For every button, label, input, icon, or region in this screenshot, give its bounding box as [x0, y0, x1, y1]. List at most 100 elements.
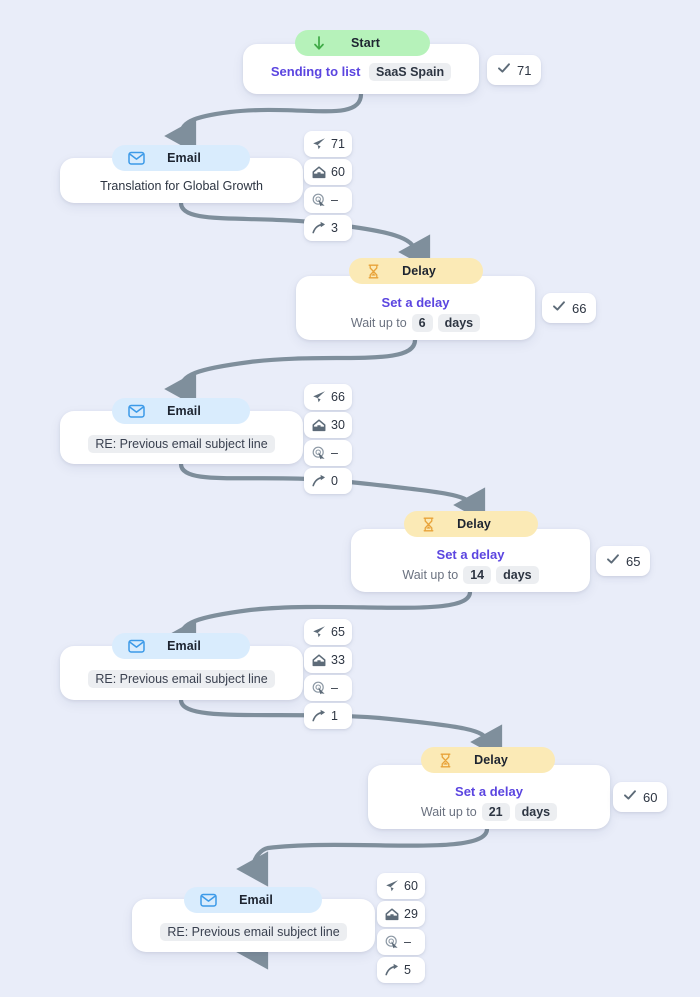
stat-sent-value: 71 [331, 136, 345, 151]
reply-arrow-icon [312, 474, 326, 488]
start-list-chip: SaaS Spain [369, 63, 452, 81]
delay-2-card[interactable]: Set a delay Wait up to 14 days [351, 529, 590, 592]
delay-1-header-label: Delay [402, 264, 436, 278]
stat-clicked: – [304, 440, 352, 466]
cursor-click-icon [312, 681, 326, 695]
delay-2-wait: Wait up to 14 days [402, 566, 539, 584]
stat-opened: 60 [304, 159, 352, 185]
email-4-stats: 60 29 – 5 [377, 873, 425, 983]
cursor-click-icon [385, 935, 399, 949]
stat-replied-value: 5 [404, 962, 411, 977]
stat-replied: 3 [304, 215, 352, 241]
open-mail-icon [312, 165, 326, 179]
stat-opened: 29 [377, 901, 425, 927]
delay-3-header-label: Delay [474, 753, 508, 767]
stat-opened: 33 [304, 647, 352, 673]
stat-opened-value: 60 [331, 164, 345, 179]
delay-1-wait: Wait up to 6 days [350, 313, 481, 332]
stat-opened-value: 29 [404, 906, 418, 921]
email-1-stats: 71 60 – 3 [304, 131, 352, 241]
sequence-flow-canvas: Sending to list SaaS Spain Start 71 Tran… [0, 0, 700, 997]
paper-plane-icon [312, 137, 326, 151]
reply-arrow-icon [312, 221, 326, 235]
delay-3-amount: 21 [481, 802, 510, 821]
email-4-header-pill[interactable]: Email [184, 887, 322, 913]
email-2-stats: 66 30 – 0 [304, 384, 352, 494]
start-sending-prefix: Sending to list [270, 64, 361, 79]
stat-replied: 5 [377, 957, 425, 983]
delay-3-card[interactable]: Set a delay Wait up to 21 days [368, 765, 610, 829]
reply-arrow-icon [312, 709, 326, 723]
email-2-header-label: Email [167, 404, 201, 418]
start-check-badge: 71 [487, 55, 542, 85]
delay-2-title: Set a delay [436, 547, 505, 562]
stat-clicked-value: – [404, 934, 411, 949]
delay-3-check-value: 60 [643, 789, 658, 805]
email-1-header-label: Email [167, 151, 201, 165]
check-icon [623, 788, 637, 807]
envelope-icon [126, 401, 146, 421]
stat-opened: 30 [304, 412, 352, 438]
delay-3-check-badge: 60 [613, 782, 668, 812]
stat-sent: 60 [377, 873, 425, 899]
open-mail-icon [312, 653, 326, 667]
stat-replied: 1 [304, 703, 352, 729]
email-3-header-pill[interactable]: Email [112, 633, 250, 659]
paper-plane-icon [385, 879, 399, 893]
start-check-value: 71 [517, 62, 532, 78]
delay-2-header-label: Delay [457, 517, 491, 531]
stat-clicked-value: – [331, 445, 338, 460]
email-3-stats: 65 33 – 1 [304, 619, 352, 729]
check-icon [606, 552, 620, 571]
stat-replied-value: 0 [331, 473, 338, 488]
delay-2-header-pill[interactable]: Delay [404, 511, 538, 537]
reply-arrow-icon [385, 963, 399, 977]
delay-3-title: Set a delay [455, 783, 523, 799]
start-header-label: Start [351, 36, 380, 50]
delay-3-header-pill[interactable]: Delay [421, 747, 555, 773]
check-icon [552, 299, 566, 318]
email-3-header-label: Email [167, 639, 201, 653]
open-mail-icon [385, 907, 399, 921]
email-4-subject: RE: Previous email subject line [160, 922, 347, 941]
delay-1-header-pill[interactable]: Delay [349, 258, 483, 284]
hourglass-icon [435, 750, 455, 770]
stat-replied-value: 1 [331, 708, 338, 723]
stat-sent: 65 [304, 619, 352, 645]
email-2-header-pill[interactable]: Email [112, 398, 250, 424]
stat-clicked: – [304, 187, 352, 213]
stat-clicked-value: – [331, 192, 338, 207]
delay-3-unit: days [514, 802, 558, 821]
paper-plane-icon [312, 625, 326, 639]
stat-sent: 66 [304, 384, 352, 410]
stat-replied: 0 [304, 468, 352, 494]
stat-opened-value: 33 [331, 652, 345, 667]
delay-1-wait-prefix: Wait up to [350, 315, 407, 330]
delay-1-unit: days [437, 313, 481, 332]
stat-sent: 71 [304, 131, 352, 157]
stat-clicked: – [377, 929, 425, 955]
email-4-header-label: Email [239, 893, 273, 907]
cursor-click-icon [312, 446, 326, 460]
envelope-icon [126, 636, 146, 656]
delay-2-unit: days [496, 566, 539, 584]
delay-2-check-value: 65 [626, 553, 641, 569]
start-header-pill[interactable]: Start [295, 30, 430, 56]
email-1-subject: Translation for Global Growth [100, 178, 263, 193]
delay-2-wait-prefix: Wait up to [402, 568, 459, 582]
delay-1-card[interactable]: Set a delay Wait up to 6 days [296, 276, 535, 340]
stat-clicked: – [304, 675, 352, 701]
stat-replied-value: 3 [331, 220, 338, 235]
stat-sent-value: 65 [331, 624, 345, 639]
arrow-down-icon [309, 33, 329, 53]
hourglass-icon [418, 514, 438, 534]
delay-3-wait: Wait up to 21 days [420, 802, 558, 821]
email-3-subject: RE: Previous email subject line [88, 670, 275, 688]
stat-sent-value: 66 [331, 389, 345, 404]
delay-1-title: Set a delay [381, 294, 450, 310]
envelope-icon [126, 148, 146, 168]
open-mail-icon [312, 418, 326, 432]
delay-2-amount: 14 [463, 566, 492, 584]
email-1-header-pill[interactable]: Email [112, 145, 250, 171]
delay-3-wait-prefix: Wait up to [420, 804, 477, 819]
